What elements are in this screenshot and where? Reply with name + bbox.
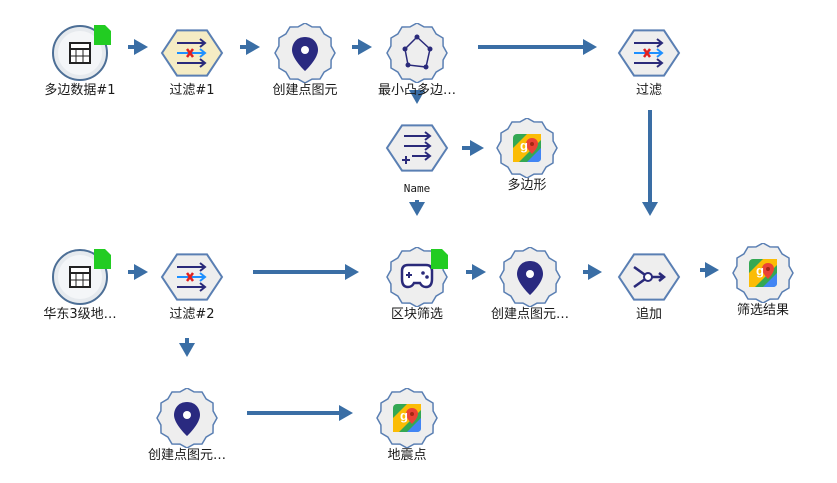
table-icon[interactable]: [35, 23, 125, 83]
node-n9[interactable]: 过滤#2: [147, 247, 237, 322]
pin-icon[interactable]: [485, 247, 575, 307]
pin-icon[interactable]: [260, 23, 350, 83]
edge-arrow: [128, 39, 148, 55]
node-n14[interactable]: 创建点图元…: [142, 388, 232, 463]
workflow-canvas: 多边数据#1 过滤#1 创建点图元 最小凸多边… 过滤 Name g 多边形 华…: [0, 0, 837, 483]
node-label: 地震点: [387, 448, 427, 463]
svg-text:g: g: [520, 138, 528, 153]
node-n6[interactable]: Name: [372, 118, 462, 195]
svg-text:g: g: [400, 408, 408, 423]
filter-icon[interactable]: [604, 23, 694, 83]
append-icon[interactable]: [604, 247, 694, 307]
node-n2[interactable]: 过滤#1: [147, 23, 237, 98]
edge-arrow: [409, 200, 425, 216]
filter-icon[interactable]: [147, 23, 237, 83]
node-label: 筛选结果: [736, 303, 789, 318]
edge-arrow: [583, 264, 602, 280]
node-n5[interactable]: 过滤: [604, 23, 694, 98]
edge-arrow: [253, 264, 359, 280]
edge-arrow: [352, 39, 372, 55]
polygon-icon[interactable]: [372, 23, 462, 83]
node-n12[interactable]: 追加: [604, 247, 694, 322]
node-n3[interactable]: 创建点图元: [260, 23, 350, 98]
map-icon[interactable]: g: [718, 243, 808, 303]
node-n1[interactable]: 多边数据#1: [35, 23, 125, 98]
node-label: 过滤#2: [169, 307, 215, 322]
node-label: 最小凸多边…: [377, 83, 456, 98]
table-icon[interactable]: [35, 247, 125, 307]
node-n4[interactable]: 最小凸多边…: [372, 23, 462, 98]
edge-arrow: [128, 264, 148, 280]
node-label: 多边形: [507, 178, 547, 193]
edge-arrow: [466, 264, 486, 280]
node-n15[interactable]: g 地震点: [362, 388, 452, 463]
edge-arrow: [179, 338, 195, 357]
pin-icon[interactable]: [142, 388, 232, 448]
map-icon[interactable]: g: [482, 118, 572, 178]
node-n10[interactable]: 区块筛选: [372, 247, 462, 322]
edge-arrow: [240, 39, 260, 55]
edge-arrow: [700, 262, 719, 278]
node-n11[interactable]: 创建点图元…: [485, 247, 575, 322]
filter-icon[interactable]: [147, 247, 237, 307]
document-badge-icon: [94, 25, 111, 45]
edge-arrow: [478, 39, 597, 55]
gamepad-icon[interactable]: [372, 247, 462, 307]
node-n8[interactable]: 华东3级地…: [35, 247, 125, 322]
edge-arrow: [642, 110, 658, 216]
svg-text:g: g: [756, 263, 764, 278]
edge-arrow: [462, 140, 484, 156]
map-icon[interactable]: g: [362, 388, 452, 448]
node-n13[interactable]: g 筛选结果: [718, 243, 808, 318]
document-badge-icon: [94, 249, 111, 269]
add-field-icon[interactable]: [372, 118, 462, 178]
document-badge-icon: [431, 249, 448, 269]
node-label: 过滤: [635, 83, 662, 98]
node-n7[interactable]: g 多边形: [482, 118, 572, 193]
node-label: 创建点图元…: [147, 448, 226, 463]
edge-arrow: [247, 405, 353, 421]
